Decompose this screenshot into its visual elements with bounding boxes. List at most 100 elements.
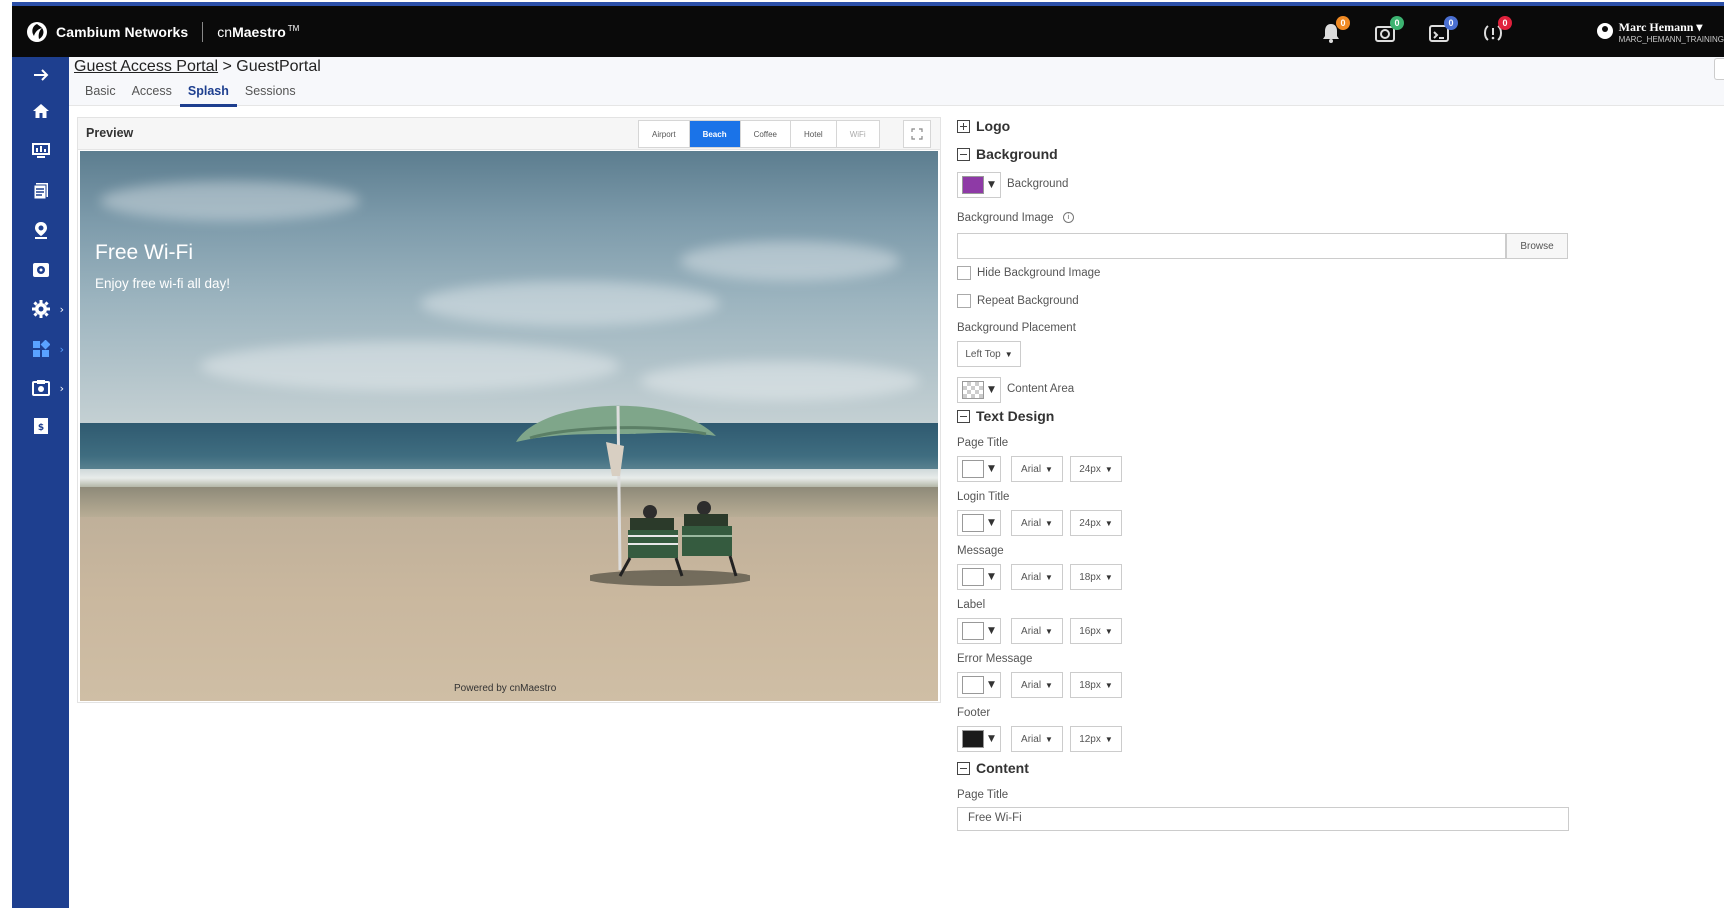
page-title-color-picker[interactable]: ▼ <box>957 456 1001 482</box>
user-name: Marc Hemann ▾ <box>1618 20 1703 34</box>
caret-down-icon: ▼ <box>1045 572 1053 582</box>
content-page-title-input[interactable]: Free Wi-Fi <box>957 807 1569 831</box>
message-font-select[interactable]: Arial ▼ <box>1011 564 1063 590</box>
footer-font-select[interactable]: Arial ▼ <box>1011 726 1063 752</box>
location-pin-icon <box>34 222 47 239</box>
text-error-message-label: Error Message <box>957 653 1033 665</box>
label-color-picker[interactable]: ▼ <box>957 618 1001 644</box>
background-image-input[interactable] <box>957 233 1506 259</box>
theme-hotel-button[interactable]: Hotel <box>791 121 837 147</box>
background-section-header[interactable]: Background <box>957 146 1058 162</box>
collapse-icon <box>957 147 970 161</box>
color-swatch <box>962 460 984 478</box>
sidebar-item-reports[interactable] <box>12 173 69 209</box>
message-size-select[interactable]: 18px ▼ <box>1070 564 1122 590</box>
background-color-picker[interactable]: ▼ <box>957 172 1001 198</box>
caret-down-icon: ▼ <box>1045 518 1053 528</box>
page-title-font-select[interactable]: Arial ▼ <box>1011 456 1063 482</box>
brand[interactable]: Cambium Networks cnMaestro TM <box>26 21 299 43</box>
svg-text:$: $ <box>37 423 43 433</box>
apps-icon <box>32 340 50 357</box>
content-area-label: Content Area <box>1007 383 1075 395</box>
sidebar-item-expand[interactable] <box>12 57 69 93</box>
caret-down-icon: ▼ <box>988 626 995 636</box>
message-color-picker[interactable]: ▼ <box>957 564 1001 590</box>
page-title-size-select[interactable]: 24px ▼ <box>1070 456 1122 482</box>
caret-down-icon: ▼ <box>1004 349 1013 359</box>
sidebar-item-document[interactable]: $ <box>12 408 69 444</box>
theme-airport-button[interactable]: Airport <box>639 121 690 147</box>
main-content: Guest Access Portal > GuestPortal Basic … <box>69 57 1724 908</box>
repeat-background-checkbox[interactable] <box>957 294 971 308</box>
document-icon: $ <box>33 418 48 434</box>
text-label-label: Label <box>957 599 986 611</box>
repeat-background-option[interactable]: Repeat Background <box>957 294 1079 308</box>
tab-access[interactable]: Access <box>124 84 180 107</box>
logo-section-header[interactable]: Logo <box>957 118 1010 134</box>
sidebar-item-home[interactable] <box>12 93 69 129</box>
event-button[interactable]: 0 <box>1426 16 1458 46</box>
caret-down-icon: ▼ <box>988 180 995 190</box>
caret-down-icon: ▼ <box>1104 734 1113 744</box>
login-title-size-select[interactable]: 24px ▼ <box>1070 510 1122 536</box>
content-area-color-picker[interactable]: ▼ <box>957 377 1001 403</box>
label-size-select[interactable]: 16px ▼ <box>1070 618 1122 644</box>
user-menu[interactable]: Marc Hemann ▾ MARC_HEMANN_TRAINING <box>1596 20 1724 44</box>
side-panel-toggle[interactable] <box>1714 58 1724 80</box>
hide-background-image-option[interactable]: Hide Background Image <box>957 266 1100 280</box>
sidebar-item-onboard[interactable] <box>12 252 69 288</box>
beach-chairs-image <box>590 501 750 586</box>
login-title-color-picker[interactable]: ▼ <box>957 510 1001 536</box>
footer-color-picker[interactable]: ▼ <box>957 726 1001 752</box>
footer-size-select[interactable]: 12px ▼ <box>1070 726 1122 752</box>
sidebar: › › › $ <box>12 57 69 908</box>
alert-badge: 0 <box>1498 16 1512 30</box>
label-font-select[interactable]: Arial ▼ <box>1011 618 1063 644</box>
text-page-title-label: Page Title <box>957 437 1009 449</box>
cambium-logo-icon <box>27 21 47 42</box>
login-title-font-select[interactable]: Arial ▼ <box>1011 510 1063 536</box>
tab-splash[interactable]: Splash <box>179 84 237 107</box>
content-section-header[interactable]: Content <box>957 760 1029 776</box>
error-message-font-select[interactable]: Arial ▼ <box>1011 672 1063 698</box>
caret-down-icon: ▼ <box>1045 680 1053 690</box>
text-design-section-header[interactable]: Text Design <box>957 408 1054 424</box>
background-image-label: Background Image i <box>957 212 1074 224</box>
expand-icon <box>911 128 923 140</box>
sidebar-item-monitor[interactable] <box>12 133 69 169</box>
tools-icon <box>31 380 50 396</box>
sidebar-item-tools[interactable]: › <box>12 370 69 406</box>
preview-canvas: Free Wi-Fi Enjoy free wi-fi all day! Pow… <box>80 151 938 701</box>
alert-button[interactable]: 0 <box>1480 16 1512 46</box>
theme-wifi-button[interactable]: WiFi <box>836 121 879 147</box>
browse-button[interactable]: Browse <box>1506 233 1568 259</box>
breadcrumb-current: GuestPortal <box>236 58 321 75</box>
breadcrumb-link-guest-access-portal[interactable]: Guest Access Portal <box>74 58 218 75</box>
theme-beach-button[interactable]: Beach <box>689 121 741 147</box>
device-alarm-badge: 0 <box>1390 16 1404 30</box>
color-swatch <box>962 622 984 640</box>
theme-coffee-button[interactable]: Coffee <box>740 121 792 147</box>
sidebar-item-map[interactable] <box>12 212 69 248</box>
error-message-size-select[interactable]: 18px ▼ <box>1070 672 1122 698</box>
sidebar-item-apps[interactable]: › <box>12 331 69 367</box>
fullscreen-button[interactable] <box>903 120 931 148</box>
sidebar-item-settings[interactable]: › <box>12 291 69 327</box>
breadcrumb-bar: Guest Access Portal > GuestPortal Basic … <box>69 57 1724 107</box>
caret-down-icon: ▼ <box>988 680 995 690</box>
background-color-label: Background <box>1007 178 1069 190</box>
caret-down-icon: ▼ <box>1045 464 1053 474</box>
background-placement-select[interactable]: Left Top ▼ <box>957 341 1021 367</box>
tab-basic[interactable]: Basic <box>77 84 124 107</box>
info-icon[interactable]: i <box>1062 212 1074 224</box>
background-placement-label: Background Placement <box>957 322 1076 334</box>
onboard-icon <box>32 263 49 277</box>
caret-down-icon: ▼ <box>1104 518 1113 528</box>
error-message-color-picker[interactable]: ▼ <box>957 672 1001 698</box>
device-alarm-button[interactable]: 0 <box>1372 16 1404 46</box>
preview-header: Preview Airport Beach Coffee Hotel WiFi <box>78 118 940 150</box>
hide-background-checkbox[interactable] <box>957 266 971 280</box>
bell-notification-button[interactable]: 0 <box>1318 16 1350 46</box>
tab-sessions[interactable]: Sessions <box>237 84 304 107</box>
caret-down-icon: ▼ <box>988 464 995 474</box>
